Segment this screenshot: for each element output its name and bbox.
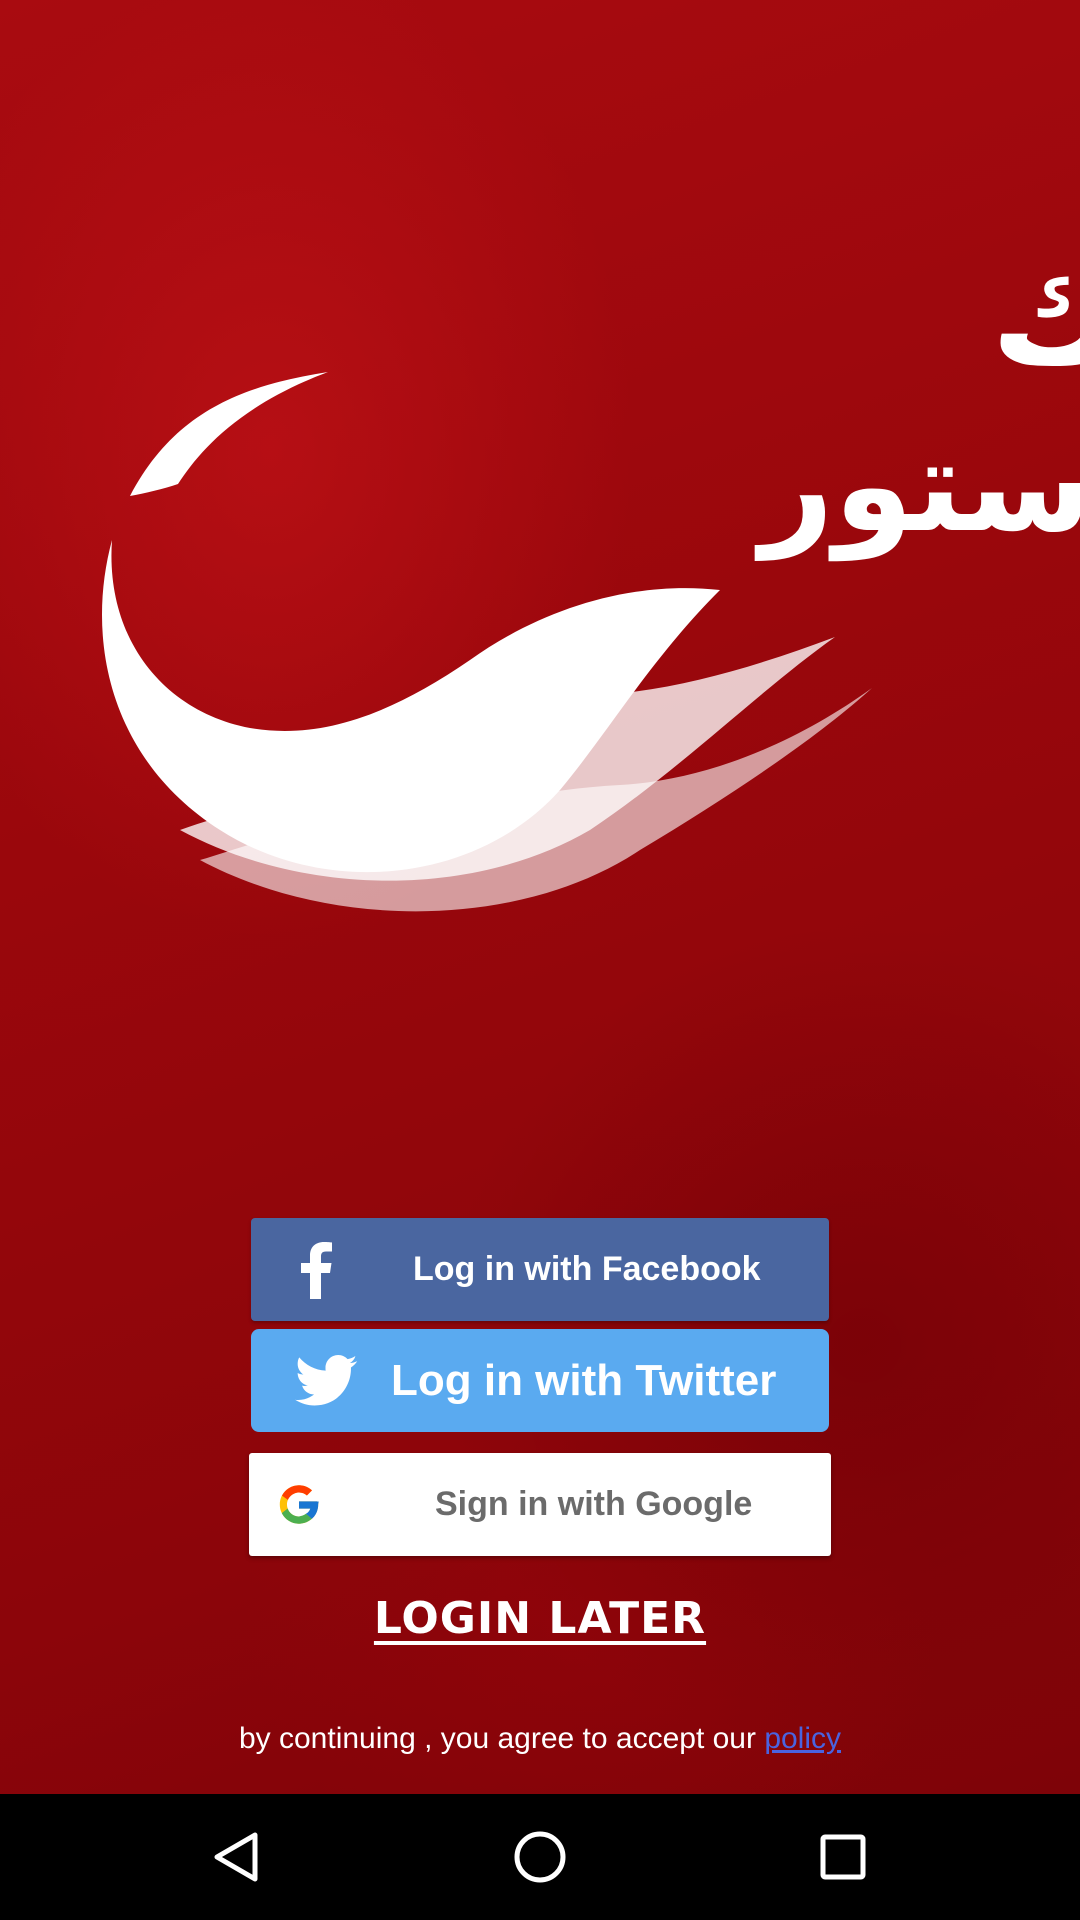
- app-logo: شارك دستور: [102, 224, 1080, 912]
- nav-home-button[interactable]: [510, 1827, 570, 1887]
- facebook-login-button[interactable]: Log in with Facebook: [251, 1218, 829, 1321]
- login-later-link[interactable]: LOGIN LATER: [340, 1584, 740, 1652]
- nav-back-button[interactable]: [206, 1827, 266, 1887]
- policy-link[interactable]: policy: [764, 1722, 841, 1755]
- google-g-icon: [275, 1481, 323, 1529]
- system-nav-bar: [0, 1794, 1080, 1920]
- twitter-bird-icon: [293, 1353, 359, 1409]
- home-circle-icon: [514, 1831, 566, 1883]
- twitter-login-label: Log in with Twitter: [391, 1355, 777, 1405]
- app-screen: شارك دستور Log in with Facebook Log in w…: [0, 0, 1080, 1920]
- logo-leaf-shape: [130, 372, 328, 496]
- logo-text-line1: شارك: [990, 224, 1080, 399]
- twitter-login-button[interactable]: Log in with Twitter: [251, 1329, 829, 1432]
- policy-agreement: by continuing , you agree to accept our …: [0, 1722, 1080, 1756]
- recents-square-icon: [820, 1834, 866, 1880]
- google-signin-label: Sign in with Google: [435, 1485, 753, 1523]
- facebook-f-icon: [291, 1242, 341, 1299]
- facebook-login-label: Log in with Facebook: [413, 1250, 761, 1288]
- agreement-text: by continuing , you agree to accept our: [238, 1722, 765, 1755]
- google-signin-button[interactable]: Sign in with Google: [249, 1453, 831, 1556]
- logo-text-line2: دستور: [754, 412, 1080, 561]
- nav-recents-button[interactable]: [813, 1827, 873, 1887]
- back-triangle-icon: [214, 1832, 258, 1882]
